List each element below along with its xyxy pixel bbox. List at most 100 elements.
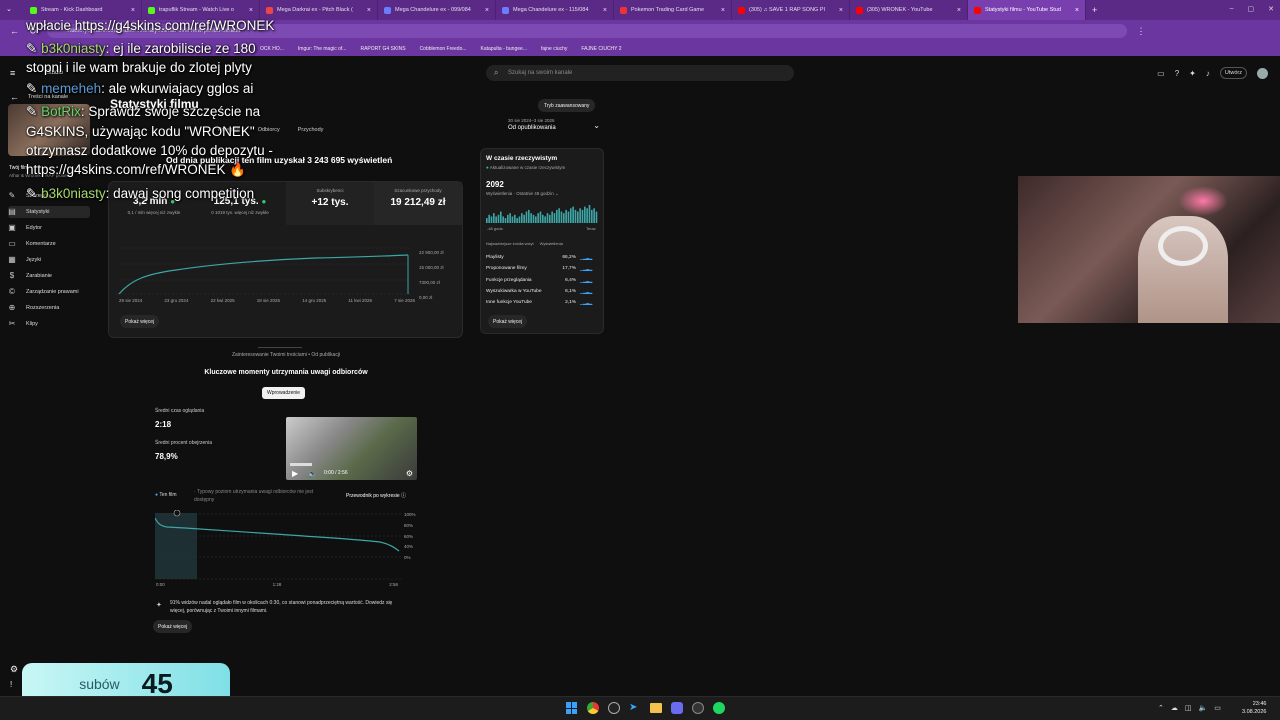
close-window-icon[interactable]: ✕ — [1268, 5, 1274, 13]
avatar[interactable] — [1257, 67, 1268, 79]
date-picker[interactable]: 30 sie 2024–3 sie 2026 Od opublikowania … — [508, 118, 602, 136]
bookmark-item[interactable]: RAPORT G4 SKINS — [360, 46, 405, 52]
steam-icon[interactable] — [608, 702, 620, 714]
search-input[interactable]: ⌕ Szukaj na swoim kanale — [486, 65, 794, 81]
x-tick-label: 23 gru 2024 — [164, 298, 189, 303]
retention-header: Zainteresowanie Twoimi treściami • Od pu… — [231, 352, 341, 358]
back-icon[interactable]: ← — [10, 26, 19, 36]
sidebar-item-3[interactable]: ▣ Edytor — [8, 222, 90, 234]
realtime-bar — [556, 209, 558, 223]
bookmark-item[interactable]: Imgur: The magic of... — [298, 46, 347, 52]
volume-tray-icon[interactable]: 🔈 — [1199, 704, 1208, 712]
source-row[interactable]: Inne funkcje YouTube 2,1% ▁▂▃▂ — [486, 297, 598, 308]
show-more-button[interactable]: Pokaż więcej — [120, 315, 160, 328]
tab-close-icon[interactable]: × — [603, 7, 607, 14]
browser-tab[interactable]: Statystyki filmu - YouTube Stud × — [968, 0, 1086, 20]
tab-title: trapuflik Stream - Watch Live o — [159, 7, 234, 13]
tab-close-icon[interactable]: × — [485, 7, 489, 14]
settings-icon[interactable]: ⚙ — [10, 664, 18, 675]
folder-icon[interactable] — [650, 703, 662, 713]
sparkle-icon[interactable]: ✦ — [1189, 69, 1196, 78]
chat-text: : ale wkurwiajacy gglos ai — [101, 81, 254, 96]
realtime-bar — [525, 211, 528, 223]
windows-start-icon[interactable] — [566, 702, 578, 714]
feedback-side-icon[interactable]: ! — [10, 680, 12, 689]
source-row[interactable]: Wyszukiwarka w YouTube 6,1% ▁▂▃▂ — [486, 286, 598, 297]
arrow-app-icon[interactable]: ➤ — [629, 702, 641, 714]
tab-close-icon[interactable]: × — [367, 7, 371, 14]
bell-icon[interactable]: ♪ — [1206, 69, 1210, 78]
bookmark-item[interactable]: FAJNE CIUCHY 2 — [581, 46, 621, 52]
browser-tab-strip: ⌄ Stream - Kick Dashboard × trapuflik Stre… — [0, 0, 1280, 20]
sidebar-item-4[interactable]: ▭ Komentarze — [8, 238, 90, 250]
new-tab-button[interactable]: + — [1092, 5, 1097, 15]
play-icon[interactable]: ▶ — [292, 469, 298, 478]
comment-icon: ▭ — [8, 239, 16, 248]
sidebar-item-5[interactable]: ▦ Języki — [8, 254, 90, 266]
tab-close-icon[interactable]: × — [721, 7, 725, 14]
chrome-icon[interactable] — [587, 702, 599, 714]
create-button[interactable]: Utwórz — [1219, 67, 1247, 79]
video-player[interactable]: ▶ 🔈 0:00 / 2:56 ⚙ — [286, 417, 417, 480]
browser-tab[interactable]: Pokemon Trading Card Game × — [614, 0, 732, 20]
sidebar-item-9[interactable]: ✂ Klipy — [8, 318, 90, 330]
advanced-mode-button[interactable]: Tryb zaawansowany — [538, 99, 596, 112]
sidebar-item-7[interactable]: © Zarządzanie prawami — [8, 286, 90, 298]
browser-tab[interactable]: (305) ♫ SAVE 1 RAP SONG PI × — [732, 0, 850, 20]
hamburger-icon[interactable]: ≡ — [10, 68, 15, 78]
browser-tab[interactable]: (305) WRONEK - YouTube × — [850, 0, 968, 20]
realtime-show-more-button[interactable]: Pokaż więcej — [488, 315, 528, 328]
tab-close-icon[interactable]: × — [249, 7, 253, 14]
source-row[interactable]: Proponowane filmy 17,7% ▁▂▃▂ — [486, 263, 598, 274]
tab-close-icon[interactable]: × — [839, 7, 843, 14]
marker-icon[interactable] — [173, 510, 181, 517]
bookmark-item[interactable]: Katapulta - bungee... — [481, 46, 527, 52]
metric-subscribers[interactable]: Subskrybenci +12 tys. — [286, 188, 374, 208]
battery-icon[interactable]: ▭ — [1214, 704, 1221, 712]
realtime-bar — [488, 214, 490, 223]
sidebar-item-8[interactable]: ⊕ Rozszerzenia — [8, 302, 90, 314]
chat-badge-icon: ✎ — [26, 186, 42, 201]
chart-guide-link[interactable]: Przewodnik po wykresie ⓘ — [346, 492, 406, 499]
browser-tab[interactable]: Mega Chandelure ex - 115/084 × — [496, 0, 614, 20]
clock[interactable]: 23:46 3.08.2026 — [1242, 700, 1266, 716]
browser-tab[interactable]: Stream - Kick Dashboard × — [24, 0, 142, 20]
tab-menu-icon[interactable]: ⌄ — [6, 5, 12, 13]
bookmark-item[interactable]: Cobblemon Freedo... — [420, 46, 467, 52]
video-settings-icon[interactable]: ⚙ — [406, 469, 413, 478]
bookmark-item[interactable]: fajne ciuchy — [541, 46, 567, 52]
metric-revenue[interactable]: Szacunkowe przychody 19 212,49 zł — [374, 188, 462, 208]
video-progress[interactable] — [290, 463, 312, 466]
analytics-tab[interactable]: Przychody — [298, 127, 324, 133]
spotify-icon[interactable] — [713, 702, 725, 714]
realtime-views-label[interactable]: Wyświetlenia · Ostatnie 48 godzin ⌄ — [486, 191, 559, 197]
browser-tab[interactable]: Mega Chandelure ex - 099/084 × — [378, 0, 496, 20]
sidebar-item-2[interactable]: ▤ Statystyki — [8, 206, 90, 218]
obs-icon[interactable] — [692, 702, 704, 714]
tab-close-icon[interactable]: × — [131, 7, 135, 14]
maximize-icon[interactable]: ▢ — [1248, 5, 1255, 13]
help-icon[interactable]: ? — [1175, 69, 1179, 78]
retention-show-more-button[interactable]: Pokaż więcej — [153, 620, 193, 633]
sidebar-item-6[interactable]: $ Zarabianie — [8, 270, 90, 282]
intro-chip[interactable]: Wprowadzenie — [262, 387, 306, 399]
cloud-icon[interactable]: ☁ — [1171, 704, 1178, 712]
extensions-icon[interactable]: ⋮ — [1137, 26, 1146, 37]
sidebar-item-label: Klipy — [26, 321, 38, 327]
analytics-tab[interactable]: Odbiorcy — [258, 127, 280, 133]
tab-close-icon[interactable]: × — [1075, 7, 1079, 14]
chevron-up-icon[interactable]: ⌃ — [1158, 704, 1164, 712]
bookmark-item[interactable]: OCK HO... — [260, 46, 284, 52]
sparkline-icon: ▁▂▃▂ — [580, 277, 593, 283]
network-icon[interactable]: ◫ — [1185, 704, 1192, 712]
feedback-icon[interactable]: ▭ — [1157, 69, 1165, 78]
realtime-bar — [528, 209, 530, 223]
discord-icon[interactable] — [671, 702, 683, 714]
browser-tab[interactable]: Mega Darkrai ex - Pitch Black (× — [260, 0, 378, 20]
minimize-icon[interactable]: – — [1230, 5, 1234, 13]
source-row[interactable]: Playlisty 66,2% ▁▂▃▂ — [486, 252, 598, 263]
tab-close-icon[interactable]: × — [957, 7, 961, 14]
browser-tab[interactable]: trapuflik Stream - Watch Live o × — [142, 0, 260, 20]
volume-icon[interactable]: 🔈 — [308, 470, 317, 478]
source-row[interactable]: Funkcje przeglądania 6,4% ▁▂▃▂ — [486, 275, 598, 286]
